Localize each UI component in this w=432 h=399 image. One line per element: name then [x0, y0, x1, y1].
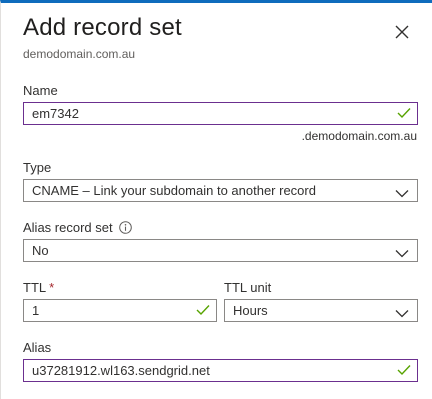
alias-input-value: u37281912.wl163.sendgrid.net	[32, 363, 210, 378]
close-icon[interactable]	[392, 22, 412, 42]
alias-record-set-label-text: Alias record set	[23, 220, 113, 235]
name-label: Name	[23, 83, 58, 98]
type-selected-value: CNAME – Link your subdomain to another r…	[32, 183, 316, 198]
domain-suffix: .demodomain.com.au	[301, 129, 417, 143]
ttl-label-text: TTL	[23, 280, 47, 295]
type-dropdown[interactable]: CNAME – Link your subdomain to another r…	[23, 179, 418, 202]
alias-record-set-selected-value: No	[32, 243, 49, 258]
chevron-down-icon	[395, 306, 409, 318]
type-label: Type	[23, 160, 52, 175]
ttl-unit-label: TTL unit	[224, 280, 272, 295]
name-input-value: em7342	[32, 106, 79, 121]
ttl-label: TTL *	[23, 280, 54, 295]
alias-record-set-dropdown[interactable]: No	[23, 239, 418, 262]
panel-subtitle: demodomain.com.au	[23, 47, 136, 61]
alias-label: Alias	[23, 340, 52, 355]
ttl-unit-selected-value: Hours	[233, 303, 268, 318]
checkmark-icon	[196, 304, 210, 316]
required-marker: *	[49, 280, 55, 295]
info-icon[interactable]	[118, 221, 132, 234]
checkmark-icon	[397, 107, 411, 119]
alias-input[interactable]: u37281912.wl163.sendgrid.net	[23, 359, 418, 382]
alias-record-set-label: Alias record set	[23, 220, 132, 235]
panel-title: Add record set	[23, 14, 182, 41]
checkmark-icon	[397, 364, 411, 376]
name-input[interactable]: em7342	[23, 102, 418, 125]
chevron-down-icon	[395, 246, 409, 258]
add-record-set-panel: Add record set demodomain.com.au Name em…	[0, 0, 432, 399]
ttl-input-value: 1	[32, 303, 40, 318]
chevron-down-icon	[395, 186, 409, 198]
ttl-unit-dropdown[interactable]: Hours	[224, 299, 418, 322]
ttl-input[interactable]: 1	[23, 299, 217, 322]
